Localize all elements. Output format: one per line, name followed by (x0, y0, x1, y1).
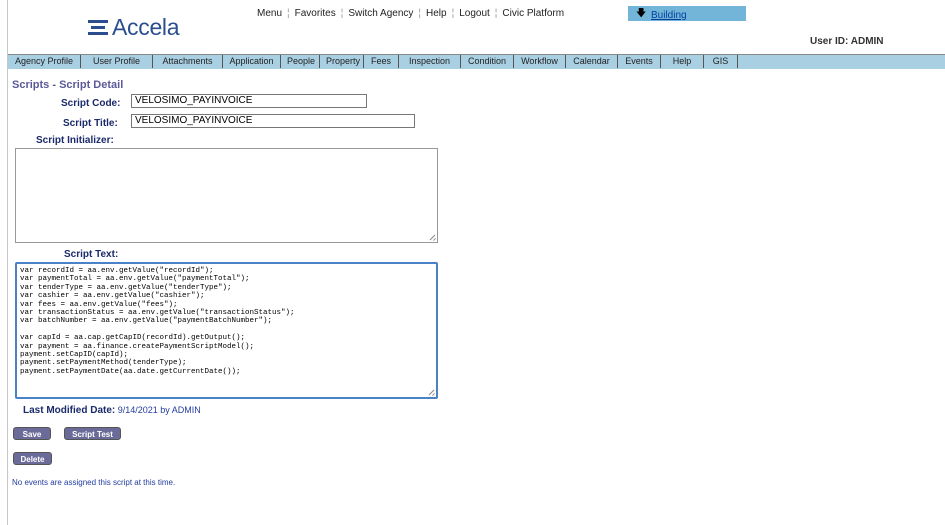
script-initializer-textarea[interactable] (15, 148, 438, 243)
save-button[interactable]: Save (13, 427, 51, 440)
down-arrow-icon: 🡇 (636, 8, 647, 19)
favorites-link[interactable]: Favorites (290, 8, 341, 19)
module-selector[interactable]: 🡇 Building (628, 6, 746, 21)
tab-workflow[interactable]: Workflow (514, 55, 566, 68)
script-title-input[interactable]: VELOSIMO_PAYINVOICE (131, 114, 415, 128)
last-modified-row: Last Modified Date: 9/14/2021 by ADMIN (23, 405, 201, 416)
script-title-label: Script Title: (63, 118, 118, 129)
tab-attachments[interactable]: Attachments (153, 55, 223, 68)
script-text-label: Script Text: (64, 249, 119, 260)
resize-handle-icon[interactable] (429, 390, 435, 396)
script-code-input[interactable]: VELOSIMO_PAYINVOICE (131, 94, 367, 108)
script-text-content: var recordId = aa.env.getValue("recordId… (20, 267, 295, 376)
top-menu: Menu ¦ Favorites ¦ Switch Agency ¦ Help ¦ Lo… (252, 8, 569, 19)
tab-application[interactable]: Application (223, 55, 281, 68)
tab-property[interactable]: Property (320, 55, 364, 68)
civic-platform-link[interactable]: Civic Platform (497, 8, 569, 19)
tab-user-profile[interactable]: User Profile (81, 55, 153, 68)
resize-handle-icon[interactable] (430, 235, 436, 241)
last-modified-value: 9/14/2021 by ADMIN (117, 405, 201, 415)
accela-logo-icon (88, 19, 108, 37)
menu-link[interactable]: Menu (252, 8, 287, 19)
tab-inspection[interactable]: Inspection (399, 55, 461, 68)
accela-logo[interactable]: Accela (88, 14, 180, 41)
tab-help[interactable]: Help (661, 55, 704, 68)
switch-agency-link[interactable]: Switch Agency (343, 8, 418, 19)
left-border (7, 0, 8, 525)
tab-events[interactable]: Events (618, 55, 661, 68)
last-modified-label: Last Modified Date: (23, 405, 116, 416)
help-link[interactable]: Help (421, 8, 452, 19)
tab-gis[interactable]: GIS (704, 55, 738, 68)
tab-agency-profile[interactable]: Agency Profile (8, 55, 81, 68)
script-test-button[interactable]: Script Test (64, 427, 121, 440)
script-code-label: Script Code: (61, 98, 121, 109)
script-initializer-label: Script Initializer: (36, 135, 114, 146)
header: Accela Menu ¦ Favorites ¦ Switch Agency ¦ H… (8, 0, 945, 47)
page-title: Scripts - Script Detail (12, 79, 124, 91)
logout-link[interactable]: Logout (454, 8, 495, 19)
user-id: User ID: ADMIN (810, 36, 884, 47)
tab-people[interactable]: People (281, 55, 320, 68)
tab-bar: Agency Profile User Profile Attachments … (8, 54, 945, 69)
module-link-building[interactable]: Building (651, 10, 687, 21)
delete-button[interactable]: Delete (13, 452, 52, 465)
logo-text: Accela (112, 14, 180, 40)
script-text-textarea[interactable]: var recordId = aa.env.getValue("recordId… (15, 262, 438, 399)
events-note: No events are assigned this script at th… (12, 478, 176, 487)
tab-calendar[interactable]: Calendar (566, 55, 618, 68)
tab-fees[interactable]: Fees (364, 55, 399, 68)
tab-condition[interactable]: Condition (461, 55, 514, 68)
